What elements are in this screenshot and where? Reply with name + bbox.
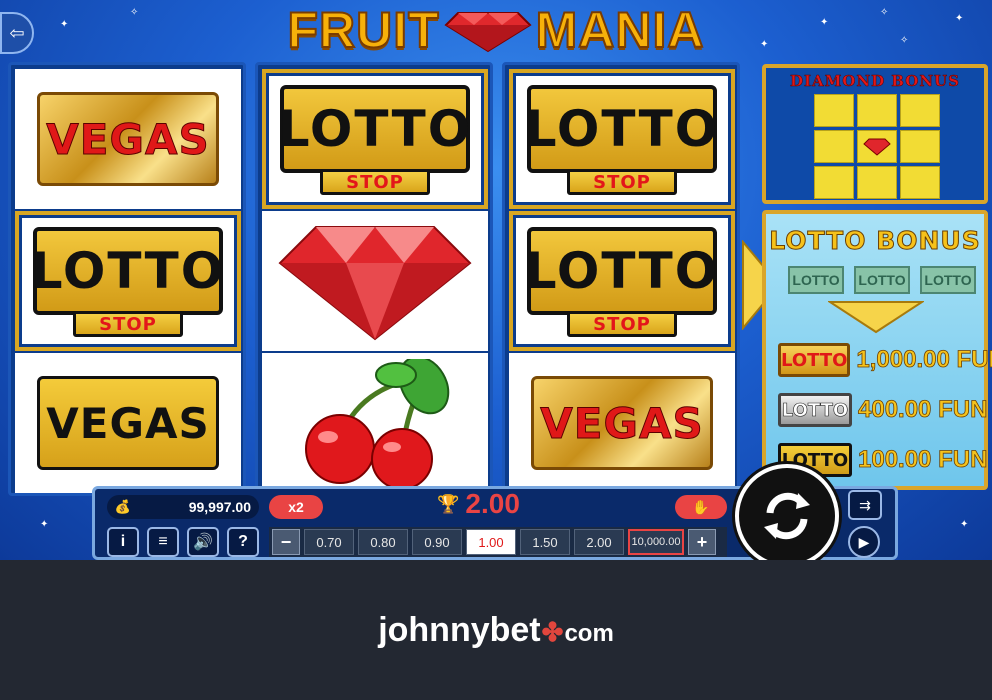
lotto-symbol: LOTTO xyxy=(278,85,470,173)
game-logo: FRUIT MANIA xyxy=(196,1,796,59)
reel-cell: LOTTO STOP xyxy=(509,211,735,351)
prize-value: 400.00 FUN xyxy=(858,396,988,424)
stop-label: STOP xyxy=(320,169,430,195)
diamond-icon xyxy=(444,7,532,53)
spin-button[interactable] xyxy=(735,464,839,560)
reel-cell xyxy=(262,353,488,493)
cherry-symbol xyxy=(305,359,450,490)
bet-option[interactable]: 2.00 xyxy=(574,529,624,555)
game-screen: ✦✧ ✦✧ ✦✦ ✧✦ ✧✦ ⇦ FRUIT MANIA VEGAS LOTTO… xyxy=(0,0,992,560)
multiplier-button[interactable]: x2 xyxy=(269,495,323,519)
bonus-slot xyxy=(857,94,897,127)
reel-cell: LOTTO STOP xyxy=(262,69,488,209)
sound-button[interactable]: 🔊 xyxy=(187,527,219,557)
bet-option[interactable]: 0.70 xyxy=(304,529,354,555)
bonus-slot xyxy=(857,166,897,199)
hand-icon: ✋ xyxy=(692,498,710,515)
stop-label: STOP xyxy=(73,311,183,337)
bet-option[interactable]: 10,000.00 xyxy=(628,529,684,555)
reel-cell: VEGAS xyxy=(15,353,241,493)
bonus-slot xyxy=(814,166,854,199)
bet-selector: − 0.70 0.80 0.90 1.00 1.50 2.00 10,000.0… xyxy=(269,527,727,557)
turbo-icon: ⇉ xyxy=(859,496,871,513)
stop-label: STOP xyxy=(567,311,677,337)
bet-option[interactable]: 0.80 xyxy=(358,529,408,555)
vegas-symbol: VEGAS xyxy=(37,92,219,186)
bonus-slot xyxy=(814,94,854,127)
clover-icon: ✤ xyxy=(541,616,564,647)
play-icon: ▶ xyxy=(858,533,870,550)
balance-value: 99,997.00 xyxy=(188,499,251,515)
autoplay-play-button[interactable]: ▶ xyxy=(848,526,880,558)
footer-banner: johnnybet ✤ com xyxy=(0,560,992,700)
refresh-icon xyxy=(764,492,810,540)
prize-value: 100.00 FUN xyxy=(858,446,988,474)
prize-value: 1,000.00 FUN xyxy=(856,346,992,374)
autoplay-button[interactable]: ✋ xyxy=(675,495,727,519)
bet-option[interactable]: 0.90 xyxy=(412,529,462,555)
reel-3: LOTTO STOP LOTTO STOP VEGAS xyxy=(502,62,740,496)
reel-cell: VEGAS xyxy=(509,353,735,493)
bet-decrease-button[interactable]: − xyxy=(272,529,300,555)
lotto-mini-row: LOTTO LOTTO LOTTO xyxy=(788,266,976,294)
prize-row-gold: LOTTO 1,000.00 FUN xyxy=(778,342,992,378)
trophy-icon: 🏆 xyxy=(437,493,460,514)
turbo-button[interactable]: ⇉ xyxy=(848,490,882,520)
lotto-symbol: LOTTO xyxy=(31,227,223,315)
help-button[interactable]: ? xyxy=(227,527,259,557)
reel-cell: LOTTO STOP xyxy=(15,211,241,351)
lotto-bonus-title: LOTTO BONUS xyxy=(769,226,981,256)
bonus-slot xyxy=(857,130,897,163)
diamond-bonus-panel: DIAMOND BONUS xyxy=(762,64,988,204)
lotto-mini-label: LOTTO xyxy=(788,266,844,294)
brand-logo[interactable]: johnnybet ✤ com xyxy=(378,611,614,650)
diamond-icon xyxy=(863,138,891,156)
vegas-symbol: VEGAS xyxy=(531,376,713,470)
bet-option-selected[interactable]: 1.00 xyxy=(466,529,516,555)
money-bag-icon: 💰 xyxy=(114,499,132,514)
prize-label: LOTTO xyxy=(778,393,852,427)
bonus-slot xyxy=(900,130,940,163)
diamond-bonus-title: DIAMOND BONUS xyxy=(790,72,960,91)
prize-row-silver: LOTTO 400.00 FUN xyxy=(778,392,988,428)
diamond-symbol xyxy=(278,226,472,341)
prize-label: LOTTO xyxy=(778,343,851,377)
lotto-mini-label: LOTTO xyxy=(920,266,976,294)
win-display: 🏆 2.00 xyxy=(437,488,520,519)
balance-display: 💰 99,997.00 xyxy=(107,495,259,519)
bet-increase-button[interactable]: + xyxy=(688,529,716,555)
info-button[interactable]: i xyxy=(107,527,139,557)
lotto-symbol: LOTTO xyxy=(525,227,717,315)
multiplier-value: x2 xyxy=(288,499,304,515)
vegas-symbol: VEGAS xyxy=(37,376,219,470)
logo-word-fruit: FRUIT xyxy=(286,1,440,59)
bonus-slot xyxy=(900,94,940,127)
bonus-slot xyxy=(900,166,940,199)
diamond-bonus-grid xyxy=(814,94,940,200)
stop-label: STOP xyxy=(567,169,677,195)
arrow-down-icon xyxy=(828,301,924,334)
reel-cell: LOTTO STOP xyxy=(509,69,735,209)
reel-2: LOTTO STOP xyxy=(255,62,493,496)
win-value: 2.00 xyxy=(465,488,520,519)
brand-name: johnnybet xyxy=(378,610,541,649)
lotto-bonus-panel: LOTTO BONUS LOTTO LOTTO LOTTO LOTTO 1,00… xyxy=(762,210,992,490)
reel-cell: VEGAS xyxy=(15,69,241,209)
reel-1: VEGAS LOTTO STOP VEGAS xyxy=(8,62,246,496)
back-arrow-icon: ⇦ xyxy=(9,22,25,43)
lotto-mini-label: LOTTO xyxy=(854,266,910,294)
lotto-symbol: LOTTO xyxy=(525,85,717,173)
bonus-slot xyxy=(814,130,854,163)
reel-cell xyxy=(262,211,488,351)
bet-option[interactable]: 1.50 xyxy=(520,529,570,555)
logo-word-mania: MANIA xyxy=(535,1,705,59)
brand-domain: com xyxy=(564,619,614,647)
menu-button[interactable]: ≡ xyxy=(147,527,179,557)
